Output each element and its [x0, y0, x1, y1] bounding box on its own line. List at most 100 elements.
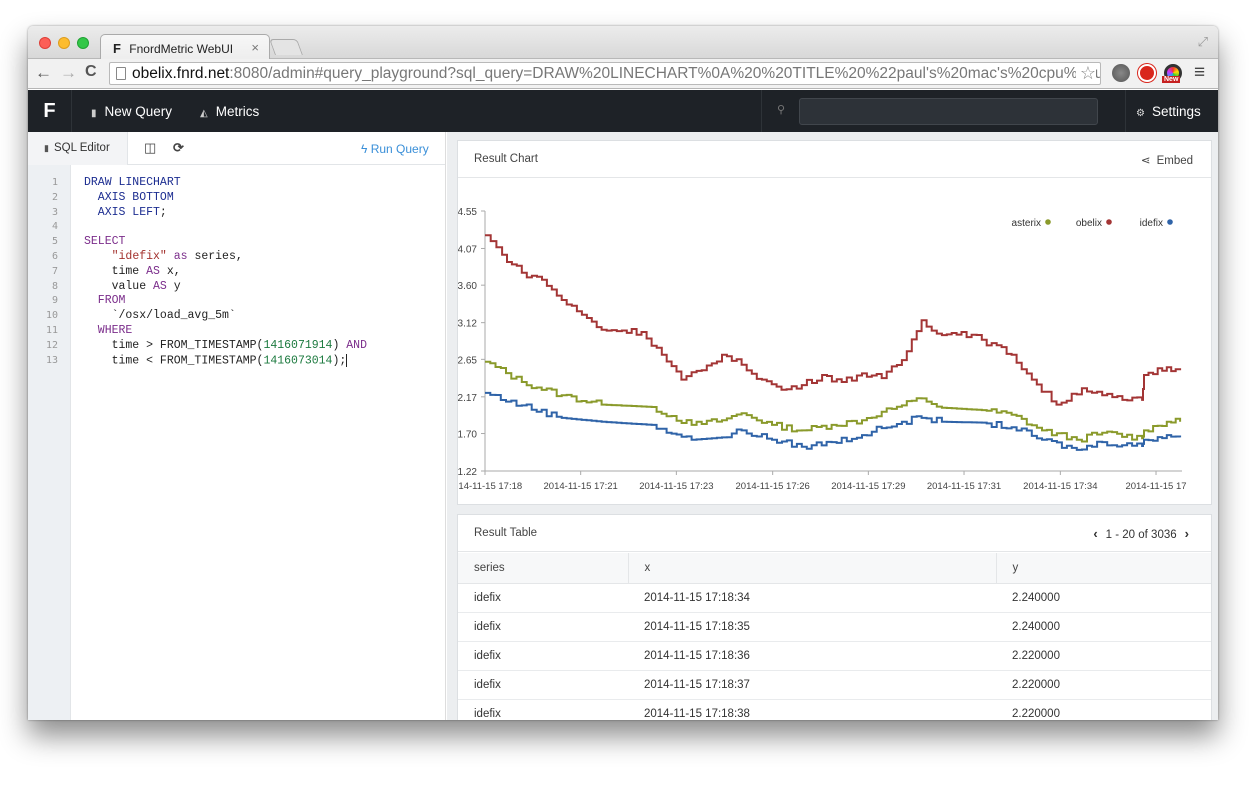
line-number: 10: [45, 310, 58, 322]
table-row[interactable]: idefix 2014-11-15 17:18:38 2.220000: [458, 699, 1211, 720]
url-path: :8080/admin#query_playground?sql_query=D…: [229, 65, 1100, 82]
legend-label-asterix: asterix: [1012, 218, 1041, 229]
database-icon: ▮: [44, 143, 49, 153]
code-token: AS: [153, 279, 167, 293]
line-number-gutter: 1 2 3 4 5 6 7 8 9 10 11 12 13: [28, 165, 71, 720]
nav-new-query[interactable]: ▮ New Query: [91, 90, 172, 132]
x-tick-label: 2014-11-15 17:18: [458, 481, 522, 492]
y-tick-label: 1.70: [458, 430, 477, 441]
new-tab-button[interactable]: [269, 39, 303, 55]
y-tick-label: 3.12: [458, 319, 477, 330]
line-number: 7: [51, 265, 58, 277]
minimize-window-button[interactable]: [58, 37, 70, 49]
next-page-button[interactable]: ›: [1185, 526, 1189, 541]
line-number: 1: [51, 177, 58, 188]
embed-label: Embed: [1156, 155, 1193, 167]
tab-sql-editor[interactable]: ▮ SQL Editor: [28, 132, 128, 165]
embed-button[interactable]: ⋖ Embed: [1141, 153, 1193, 167]
chart-panel-title: Result Chart: [474, 153, 538, 165]
x-tick-label: 2014-11-15 17:31: [927, 481, 1001, 492]
browser-menu-icon[interactable]: ≡: [1194, 62, 1205, 84]
editor-toolbar: ▮ SQL Editor ◫ ⟳ ϟ Run Query: [28, 132, 445, 165]
document-icon: ▮: [91, 108, 97, 119]
table-cell-y: 2.220000: [996, 670, 1211, 700]
tab-title: FnordMetric WebUI: [129, 42, 234, 56]
code-token: x,: [159, 264, 181, 278]
column-header-series[interactable]: series: [458, 553, 629, 584]
x-tick-label: 2014-11-15 17:34: [1023, 481, 1097, 492]
code-line: "idefix" as series,: [84, 250, 243, 263]
table-row[interactable]: idefix 2014-11-15 17:18:37 2.220000: [458, 670, 1211, 700]
sql-editor-pane: ▮ SQL Editor ◫ ⟳ ϟ Run Query 1 2 3 4 5 6 7 8 9 10 1…: [28, 132, 446, 720]
table-row[interactable]: idefix 2014-11-15 17:18:35 2.240000: [458, 612, 1211, 642]
back-button[interactable]: ←: [35, 63, 52, 83]
address-bar[interactable]: obelix.fnrd.net:8080/admin#query_playgro…: [109, 62, 1101, 85]
extension-gear-icon[interactable]: [1112, 64, 1130, 82]
app-navbar: F ▮ New Query ◭ Metrics ⚲ ⚙ Settings: [28, 90, 1218, 132]
column-header-x[interactable]: x: [628, 553, 997, 584]
tab-close-icon[interactable]: ×: [251, 40, 259, 55]
series-line-obelix: [485, 234, 1182, 406]
code-token: 1416071914: [263, 338, 333, 352]
code-line: time > FROM_TIMESTAMP(1416071914) AND: [84, 339, 367, 352]
refresh-icon[interactable]: ⟳: [173, 140, 184, 156]
code-token: AXIS LEFT: [84, 205, 160, 219]
table-cell-series: idefix: [458, 670, 628, 700]
app-logo[interactable]: F: [28, 90, 72, 132]
forward-button[interactable]: →: [60, 63, 77, 83]
code-token: WHERE: [84, 324, 133, 337]
code-line: value AS y: [84, 280, 181, 293]
browser-tab[interactable]: F FnordMetric WebUI ×: [100, 34, 270, 60]
line-number: 13: [45, 354, 58, 366]
code-token: ): [332, 338, 347, 352]
table-row[interactable]: idefix 2014-11-15 17:18:34 2.240000: [458, 583, 1211, 613]
line-number: 5: [51, 236, 58, 248]
table-row[interactable]: idefix 2014-11-15 17:18:36 2.220000: [458, 641, 1211, 671]
y-tick-label: 3.60: [458, 281, 477, 292]
y-tick-label: 4.07: [458, 244, 477, 255]
prev-page-button[interactable]: ‹: [1093, 526, 1097, 541]
x-tick-label: 2014-11-15 17:23: [639, 481, 713, 492]
table-cell-x: 2014-11-15 17:18:35: [628, 612, 996, 642]
table-cell-y: 2.220000: [996, 641, 1211, 671]
legend-label-obelix: obelix: [1076, 218, 1102, 229]
run-query-button[interactable]: ϟ Run Query: [361, 142, 429, 156]
nav-new-query-label: New Query: [104, 104, 173, 119]
line-chart: 1.22 1.70 2.17 2.65 3.12 3.60 4.07 4.55 2014-11-…: [458, 207, 1187, 492]
browser-window: F FnordMetric WebUI × ⤢ ← → C obelix.fnr…: [28, 26, 1218, 720]
line-number: 9: [51, 295, 58, 307]
reload-button[interactable]: C: [85, 63, 97, 81]
result-chart-panel: Result Chart ⋖ Embed 1.22 1.70 2.17 2.65 3.12…: [457, 140, 1212, 505]
y-tick-label: 2.17: [458, 393, 477, 404]
pager-label: 1 - 20 of 3036: [1105, 529, 1177, 541]
code-token: AXIS BOTTOM: [84, 190, 174, 204]
close-window-button[interactable]: [39, 37, 51, 49]
extension-adblock-icon[interactable]: [1138, 64, 1156, 82]
fullscreen-icon[interactable]: ⤢: [1198, 34, 1208, 50]
column-header-y[interactable]: y: [996, 553, 1211, 584]
chart-panel-header: Result Chart ⋖ Embed: [458, 141, 1211, 178]
line-number: 4: [51, 221, 58, 233]
code-token: SELECT: [84, 235, 126, 249]
result-table: series x y idefix 2014-11-15 17:18:34 2.24…: [458, 553, 1211, 720]
table-cell-series: idefix: [458, 612, 628, 642]
table-cell-x: 2014-11-15 17:18:37: [628, 670, 996, 700]
gears-icon: ⚙: [1136, 108, 1145, 119]
line-number: 11: [45, 325, 58, 336]
maximize-window-button[interactable]: [77, 37, 89, 49]
legend-label-idefix: idefix: [1140, 218, 1163, 229]
tab-favicon: F: [113, 41, 121, 56]
code-line: `/osx/load_avg_5m`: [84, 309, 236, 322]
table-cell-y: 2.240000: [996, 583, 1211, 613]
nav-settings[interactable]: ⚙ Settings: [1136, 90, 1201, 132]
pagination: ‹ 1 - 20 of 3036 ›: [1085, 526, 1197, 541]
nav-settings-label: Settings: [1151, 104, 1201, 119]
split-view-icon[interactable]: ◫: [144, 140, 156, 156]
x-tick-label: 2014-11-15 17:29: [831, 481, 905, 492]
table-cell-x: 2014-11-15 17:18:38: [628, 699, 996, 720]
bookmark-star-icon[interactable]: ☆: [1075, 63, 1096, 84]
search-input[interactable]: [799, 98, 1098, 125]
series-line-asterix: [485, 360, 1182, 443]
nav-metrics[interactable]: ◭ Metrics: [200, 90, 259, 132]
line-number: 8: [51, 280, 58, 292]
